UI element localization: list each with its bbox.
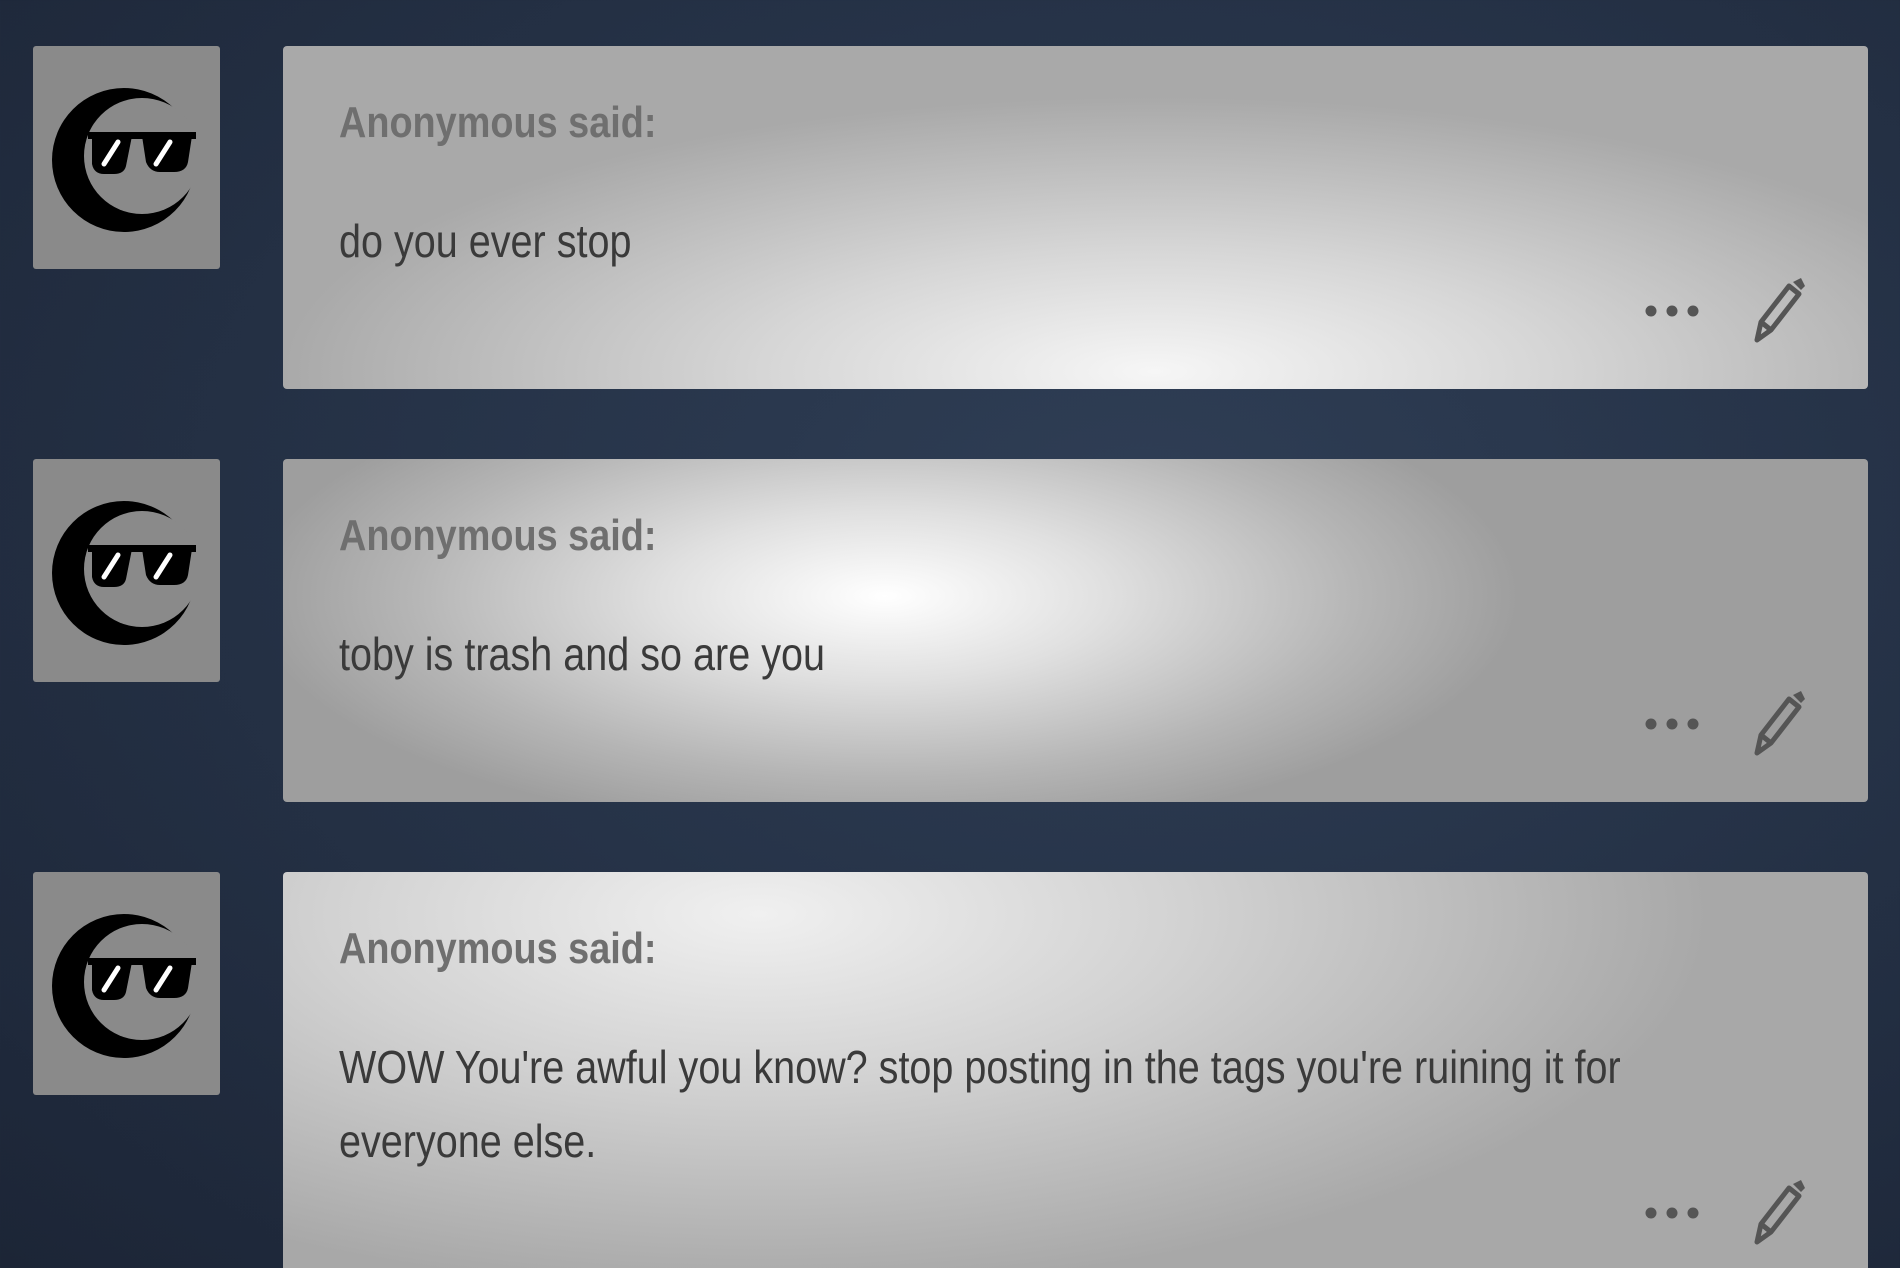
- ask-list: Anonymous said: do you ever stop Anonymo…: [0, 0, 1900, 1268]
- ask-actions: [1642, 278, 1808, 344]
- edit-button[interactable]: [1748, 278, 1808, 344]
- more-dots-icon: [1645, 718, 1699, 730]
- avatar[interactable]: [33, 46, 220, 269]
- ask-card: Anonymous said: WOW You're awful you kno…: [283, 872, 1868, 1268]
- edit-button[interactable]: [1748, 1180, 1808, 1246]
- ask-card: Anonymous said: toby is trash and so are…: [283, 459, 1868, 802]
- more-dots-icon: [1645, 305, 1699, 317]
- avatar[interactable]: [33, 459, 220, 682]
- ask-actions: [1642, 1180, 1808, 1246]
- pencil-icon: [1754, 691, 1805, 756]
- sunglasses-moon-icon: [51, 913, 200, 1058]
- more-options-button[interactable]: [1642, 694, 1702, 754]
- more-options-button[interactable]: [1642, 1183, 1702, 1243]
- more-dots-icon: [1645, 1207, 1699, 1219]
- asker-name: Anonymous said:: [339, 924, 657, 973]
- asker-name: Anonymous said:: [339, 511, 657, 560]
- asker-name: Anonymous said:: [339, 98, 657, 147]
- sunglasses-moon-icon: [51, 87, 200, 232]
- more-options-button[interactable]: [1642, 281, 1702, 341]
- edit-button[interactable]: [1748, 691, 1808, 757]
- ask-text: do you ever stop: [339, 215, 632, 267]
- sunglasses-moon-icon: [51, 500, 200, 645]
- ask-actions: [1642, 691, 1808, 757]
- pencil-icon: [1754, 278, 1805, 343]
- ask-text: toby is trash and so are you: [339, 628, 825, 680]
- pencil-icon: [1754, 1180, 1805, 1245]
- ask-text: WOW You're awful you know? stop posting …: [339, 1041, 1621, 1167]
- ask-card: Anonymous said: do you ever stop: [283, 46, 1868, 389]
- avatar[interactable]: [33, 872, 220, 1095]
